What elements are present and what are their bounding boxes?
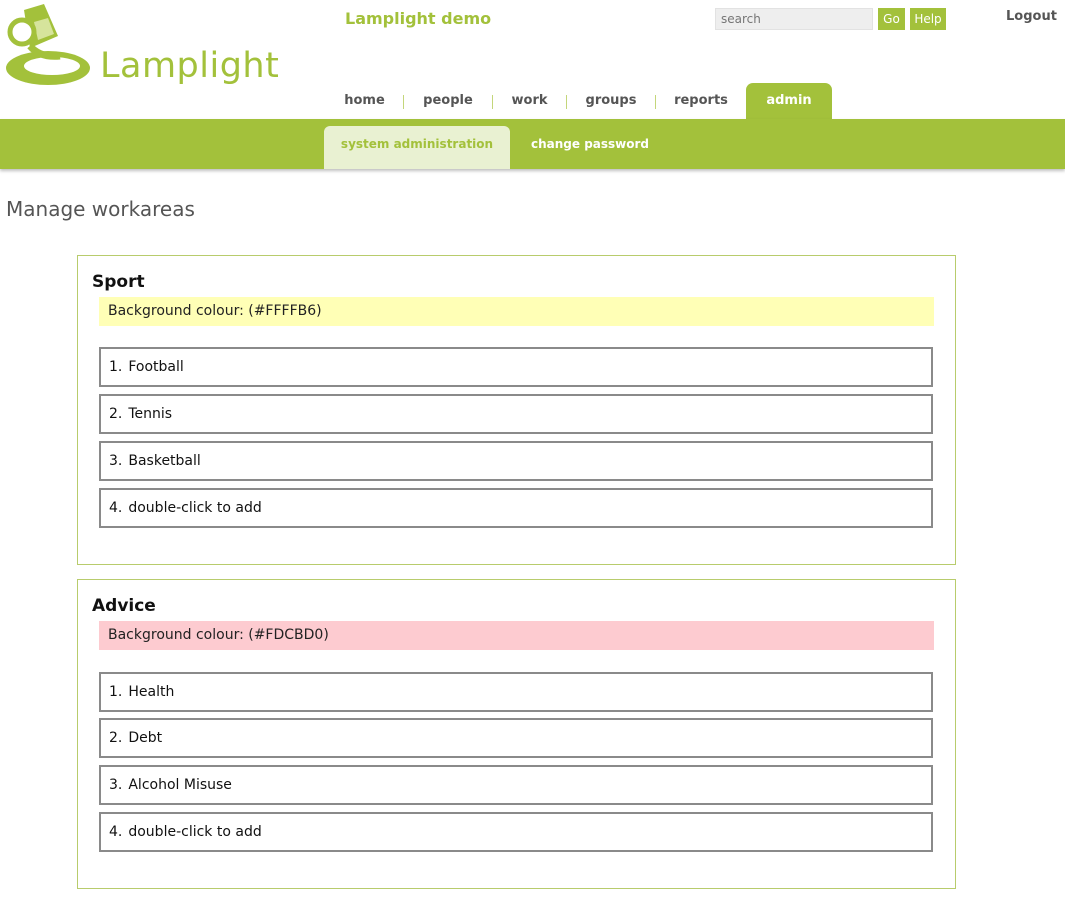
item-label: Basketball [128, 453, 201, 469]
background-colour-bar[interactable]: Background colour: (#FFFFB6) [99, 297, 934, 326]
workarea-name: Advice [92, 596, 156, 616]
logout-link[interactable]: Logout [1006, 9, 1057, 24]
workarea-item[interactable]: 1. Health [99, 672, 933, 712]
workarea-item[interactable]: 2. Debt [99, 718, 933, 758]
item-label: double-click to add [128, 500, 262, 516]
workarea-item[interactable]: 1. Football [99, 347, 933, 387]
app-title: Lamplight demo [345, 9, 492, 28]
add-item-slot[interactable]: 4. double-click to add [99, 488, 933, 528]
nav-admin[interactable]: admin [746, 83, 832, 119]
help-button[interactable]: Help [910, 8, 946, 30]
workarea-item[interactable]: 3. Alcohol Misuse [99, 765, 933, 805]
nav-groups[interactable]: groups [567, 83, 655, 119]
search-input[interactable] [715, 8, 873, 30]
item-number: 4. [109, 824, 123, 840]
item-label: Debt [128, 730, 163, 746]
page-title: Manage workareas [6, 197, 195, 221]
nav-work[interactable]: work [493, 83, 566, 119]
item-number: 3. [109, 777, 123, 793]
lamplight-logo[interactable]: Lamplight [0, 0, 279, 100]
nav-people[interactable]: people [404, 83, 492, 119]
item-number: 1. [109, 684, 123, 700]
background-colour-bar[interactable]: Background colour: (#FDCBD0) [99, 621, 934, 650]
item-label: Alcohol Misuse [128, 777, 232, 793]
item-label: double-click to add [128, 824, 262, 840]
item-number: 2. [109, 730, 123, 746]
item-label: Health [128, 684, 175, 700]
workarea-item[interactable]: 2. Tennis [99, 394, 933, 434]
go-button[interactable]: Go [878, 8, 905, 30]
workarea-item[interactable]: 3. Basketball [99, 441, 933, 481]
sub-nav-bar: system administration change password [0, 119, 1065, 169]
item-label: Football [128, 359, 184, 375]
item-number: 2. [109, 406, 123, 422]
workarea-panel: Advice Background colour: (#FDCBD0) 1. He… [77, 579, 956, 889]
workarea-name: Sport [92, 272, 145, 292]
add-item-slot[interactable]: 4. double-click to add [99, 812, 933, 852]
tab-system-administration[interactable]: system administration [324, 126, 510, 169]
item-label: Tennis [128, 406, 173, 422]
lamp-icon [6, 4, 90, 85]
nav-reports[interactable]: reports [656, 83, 746, 119]
nav-home[interactable]: home [326, 83, 403, 119]
logo-text: Lamplight [100, 46, 280, 86]
item-number: 4. [109, 500, 123, 516]
item-number: 1. [109, 359, 123, 375]
tab-change-password[interactable]: change password [515, 126, 665, 169]
workarea-panel: Sport Background colour: (#FFFFB6) 1. Foo… [77, 255, 956, 565]
item-number: 3. [109, 453, 123, 469]
